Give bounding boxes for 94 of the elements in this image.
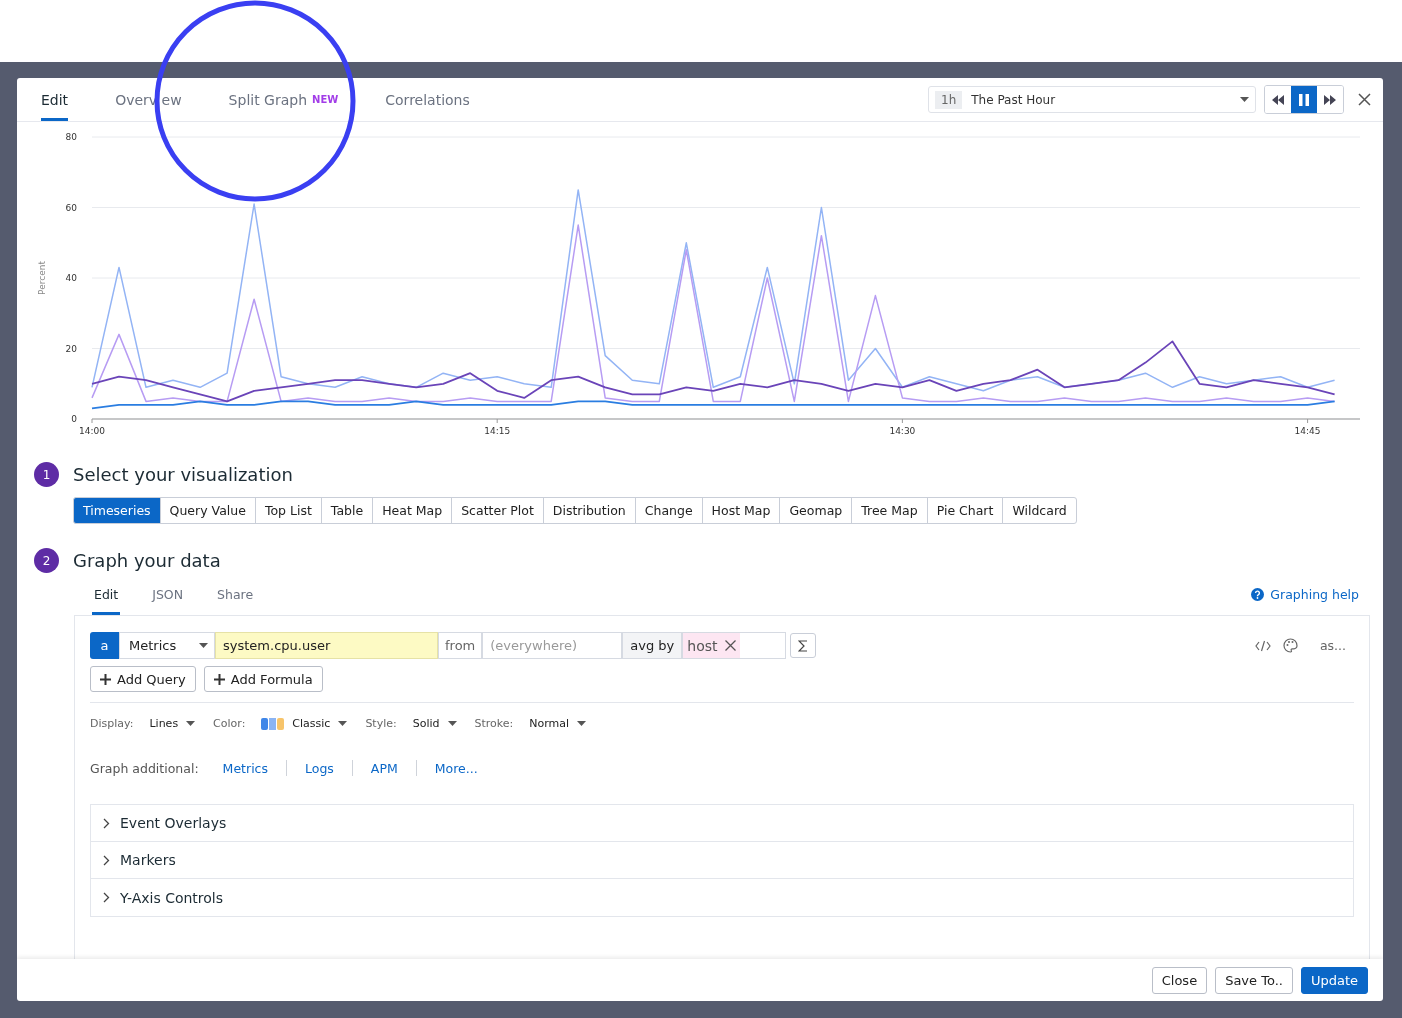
visualization-option[interactable]: Wildcard — [1002, 497, 1077, 524]
caret-icon — [186, 721, 196, 726]
graph-additional-link[interactable]: More... — [434, 760, 478, 776]
rewind-icon — [1272, 94, 1284, 105]
sigma-icon — [798, 639, 809, 652]
x-tick-label: 14:30 — [889, 426, 916, 436]
y-tick-label: 0 — [71, 414, 77, 424]
footer-button[interactable]: Save To.. — [1215, 966, 1293, 994]
close-icon — [1358, 93, 1371, 106]
visualization-option[interactable]: Scatter Plot — [451, 497, 544, 524]
group-tag: host — [683, 633, 740, 658]
step-title: Graph your data — [73, 550, 221, 571]
add-button[interactable]: Add Query — [90, 666, 196, 692]
visualization-option[interactable]: Pie Chart — [926, 497, 1004, 524]
y-tick-label: 80 — [65, 132, 77, 142]
palette-swatch-icon — [261, 717, 285, 730]
option-label: Color: — [213, 717, 246, 730]
option-label: Display: — [90, 717, 134, 730]
source-select[interactable]: Metrics — [119, 632, 215, 659]
tab[interactable]: Overv ew — [115, 78, 182, 121]
option-label: Style: — [365, 717, 397, 730]
graph-additional-link[interactable]: Logs — [305, 760, 334, 776]
pause-button[interactable] — [1291, 86, 1317, 113]
caret-icon — [577, 721, 587, 726]
y-axis-label: Percent — [37, 261, 47, 295]
step-title: Select your visualization — [73, 464, 293, 485]
plus-icon — [100, 673, 111, 685]
editor-tab[interactable]: Edit — [92, 587, 121, 615]
new-label: NEW — [312, 94, 339, 105]
editor-tab[interactable]: JSON — [150, 587, 186, 615]
caret-icon — [1240, 97, 1249, 102]
footer-button[interactable]: Update — [1300, 966, 1368, 994]
option-label: Stroke: — [474, 717, 514, 730]
visualization-option[interactable]: Table — [320, 497, 374, 524]
group-by-field[interactable]: host — [682, 632, 787, 659]
visualization-option[interactable]: Host Map — [701, 497, 781, 524]
visualization-option[interactable]: Geomap — [779, 497, 853, 524]
help-icon — [1251, 588, 1265, 601]
tab-label: Split Graph — [228, 91, 308, 108]
collapsible-section[interactable]: Markers — [91, 842, 1353, 879]
collapsible-section[interactable]: Y-Axis Controls — [91, 879, 1353, 916]
time-range-badge: 1h — [935, 90, 963, 109]
graph-additional-label: Graph additional: — [90, 760, 199, 776]
pause-icon — [1299, 93, 1309, 106]
visualization-option[interactable]: Tree Map — [851, 497, 928, 524]
alias-field[interactable]: as... — [1319, 638, 1346, 653]
from-label: from — [438, 632, 483, 659]
footer-button[interactable]: Close — [1151, 966, 1208, 994]
y-tick-label: 60 — [65, 202, 77, 213]
aggregation-select[interactable]: avg by — [622, 632, 683, 659]
palette-icon[interactable] — [1282, 638, 1298, 653]
tab-label: Edit — [41, 91, 69, 108]
metric-field[interactable]: system.cpu.user — [215, 632, 438, 659]
x-tick-label: 14:00 — [79, 426, 105, 436]
time-range-select[interactable]: 1h The Past Hour — [928, 86, 1256, 113]
y-tick-label: 20 — [65, 343, 77, 354]
step-number: 2 — [34, 548, 59, 573]
time-range-value: The Past Hour — [971, 92, 1057, 107]
option-select[interactable]: Solid — [412, 717, 457, 730]
tab[interactable]: Correlations — [385, 78, 470, 121]
graph-additional-link[interactable]: APM — [370, 760, 398, 776]
graphing-help-link[interactable]: Graphing help — [1251, 587, 1359, 602]
tab[interactable]: Split Graph NEW — [228, 78, 339, 121]
close-button[interactable] — [1358, 93, 1371, 106]
x-tick-label: 14:15 — [484, 426, 511, 436]
option-select[interactable]: Normal — [529, 717, 587, 730]
code-icon[interactable] — [1254, 639, 1271, 652]
graph-additional-link[interactable]: Metrics — [222, 760, 268, 776]
tab[interactable]: Edit — [41, 78, 69, 121]
y-tick-label: 40 — [65, 273, 77, 283]
visualization-option[interactable]: Timeseries — [73, 497, 161, 524]
add-button[interactable]: Add Formula — [203, 666, 323, 692]
fast-forward-icon — [1324, 94, 1336, 105]
plus-icon — [213, 673, 225, 685]
scope-field[interactable]: (everywhere) — [482, 632, 623, 659]
visualization-option[interactable]: Query Value — [159, 497, 256, 524]
visualization-option[interactable]: Change — [634, 497, 703, 524]
visualization-option[interactable]: Top List — [254, 497, 322, 524]
formula-button[interactable] — [790, 633, 817, 658]
remove-icon[interactable] — [724, 640, 736, 651]
editor-tab[interactable]: Share — [215, 587, 256, 615]
visualization-option[interactable]: Distribution — [542, 497, 636, 524]
caret-icon — [338, 721, 348, 726]
query-letter: a — [90, 632, 119, 659]
option-select[interactable]: Lines — [149, 717, 196, 730]
step-number: 1 — [34, 462, 59, 487]
tab-label: Correlations — [385, 91, 470, 108]
tab-label: Overv ew — [115, 91, 182, 108]
x-tick-label: 14:45 — [1294, 426, 1321, 436]
caret-icon — [199, 643, 208, 648]
visualization-option[interactable]: Heat Map — [372, 497, 453, 524]
collapsible-section[interactable]: Event Overlays — [91, 805, 1353, 842]
option-select[interactable]: Classic — [261, 717, 348, 730]
caret-icon — [447, 721, 457, 726]
